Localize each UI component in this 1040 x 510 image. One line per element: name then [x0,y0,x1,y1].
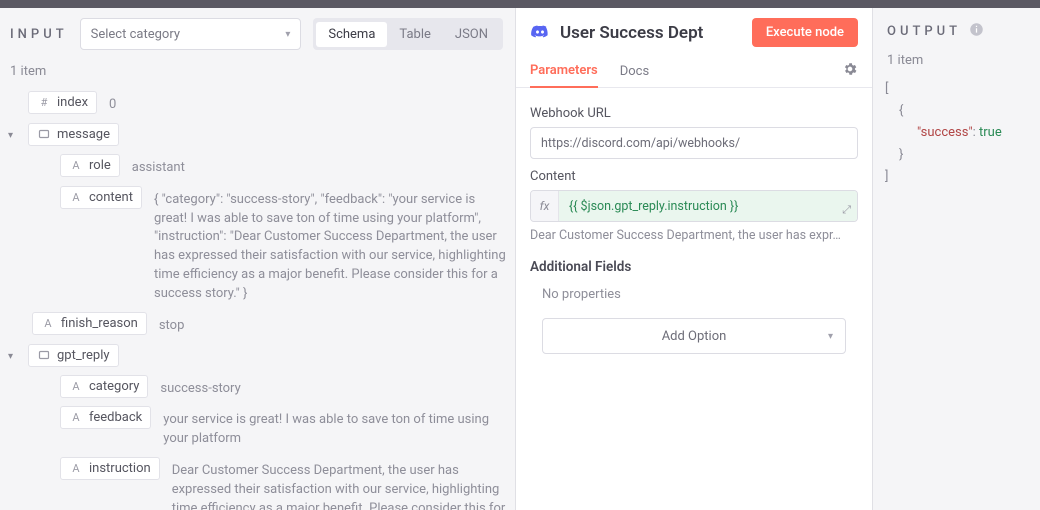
input-title: INPUT [10,27,68,42]
tab-schema[interactable]: Schema [316,22,387,47]
tab-docs[interactable]: Docs [620,56,649,87]
tree-row-gpt-instruction[interactable]: Ainstruction Dear Customer Success Depar… [8,453,507,510]
chevron-down-icon: ▾ [828,331,833,342]
collapse-toggle-icon[interactable]: ▾ [8,344,22,362]
input-panel: INPUT Select category ▾ Schema Table JSO… [0,8,516,510]
string-icon: A [41,316,55,330]
string-icon: A [69,411,83,425]
tree-row-finish-reason[interactable]: Afinish_reason stop [8,308,507,340]
discord-icon [530,23,550,43]
object-icon [37,348,51,362]
tree-row-gpt-category[interactable]: Acategory success-story [8,371,507,403]
expand-icon[interactable]: ⤢ [842,203,851,217]
app-topbar [0,0,1040,8]
category-select[interactable]: Select category ▾ [80,18,302,50]
tab-json[interactable]: JSON [443,22,500,47]
node-title: User Success Dept [560,23,742,43]
output-json: [ { "success": true } ] [873,76,1040,188]
add-option-button[interactable]: Add Option ▾ [542,318,846,354]
output-item-count: 1 item [873,49,1040,76]
tree-row-gpt-feedback[interactable]: Afeedback your service is great! I was a… [8,402,507,453]
blurred-overlay [746,129,856,157]
info-icon[interactable] [969,22,984,41]
view-mode-tabs: Schema Table JSON [313,18,503,50]
content-expression-input[interactable]: fx {{ $json.gpt_reply.instruction }} ⤢ [530,190,858,222]
tab-table[interactable]: Table [387,22,442,47]
category-select-placeholder: Select category [91,27,180,42]
hash-icon: # [37,96,51,110]
no-properties-text: No properties [530,281,858,302]
fx-icon: fx [531,191,559,221]
string-icon: A [69,190,83,204]
content-preview: Dear Customer Success Department, the us… [530,228,858,243]
tree-row-gpt-reply[interactable]: ▾ gpt_reply [8,340,507,371]
output-title: OUTPUT [887,24,961,39]
expression-text: {{ $json.gpt_reply.instruction }} [569,199,738,214]
webhook-url-label: Webhook URL [530,106,858,121]
collapse-toggle-icon[interactable]: ▾ [8,123,22,141]
output-panel: OUTPUT 1 item [ { "success": true } ] [873,8,1040,510]
node-config-panel: User Success Dept Execute node Parameter… [516,8,873,510]
tree-row-role[interactable]: Arole assistant [8,150,507,182]
tree-row-content[interactable]: Acontent { "category": "success-story", … [8,182,507,308]
execute-node-button[interactable]: Execute node [752,18,858,47]
string-icon: A [69,462,83,476]
string-icon: A [69,379,83,393]
input-tree: #index 0 ▾ message Arole assistant Acont… [0,87,515,510]
string-icon: A [69,158,83,172]
gear-icon[interactable] [842,61,858,81]
chevron-down-icon: ▾ [285,29,290,40]
input-item-count: 1 item [0,60,515,87]
tree-row-message[interactable]: ▾ message [8,119,507,150]
additional-fields-title: Additional Fields [530,259,858,275]
object-icon [37,127,51,141]
tree-row-index[interactable]: #index 0 [8,87,507,119]
content-label: Content [530,169,858,184]
tab-parameters[interactable]: Parameters [530,55,598,88]
